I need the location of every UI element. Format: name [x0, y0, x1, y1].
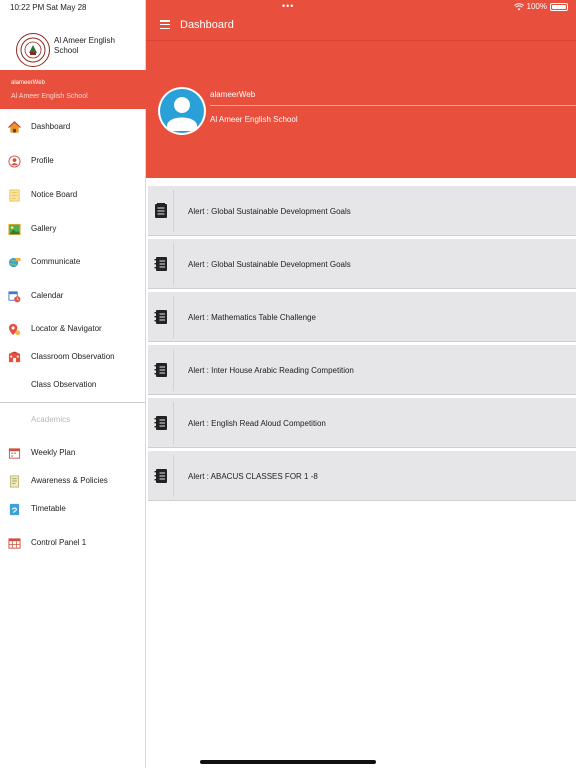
sidebar-user-band[interactable]: alameerWeb Al Ameer English School: [0, 70, 146, 109]
page-title: Dashboard: [180, 19, 234, 31]
school-logo: [16, 33, 50, 67]
sidebar-item-calendar[interactable]: Calendar: [0, 285, 146, 307]
sidebar-item-label: Notice Board: [31, 190, 78, 199]
profile-school: Al Ameer English School: [210, 115, 298, 124]
alert-card[interactable]: Alert : Inter House Arabic Reading Compe…: [148, 345, 576, 395]
profile-divider: [210, 105, 576, 106]
wifi-icon: [513, 2, 524, 10]
notice-board-icon: [9, 189, 20, 202]
sidebar-item-label: Weekly Plan: [31, 448, 76, 457]
notepad-icon: [148, 190, 174, 232]
battery-percent: 100%: [526, 2, 547, 11]
sidebar-item-label: Locator & Navigator: [31, 324, 102, 333]
gallery-icon: [8, 223, 21, 236]
alert-label: Alert : English Read Aloud Competition: [188, 419, 326, 428]
sidebar-divider: [0, 402, 146, 403]
sidebar-username: alameerWeb: [11, 80, 45, 86]
sidebar-item-label: Awareness & Policies: [31, 476, 108, 485]
sidebar-user-school: Al Ameer English School: [11, 93, 88, 100]
school-name: Al Ameer English School: [54, 36, 115, 55]
profile-username: alameerWeb: [210, 90, 256, 99]
alert-label: Alert : ABACUS CLASSES FOR 1 -8: [188, 472, 318, 481]
battery-icon: [550, 2, 568, 11]
sidebar-item-label: Communicate: [31, 257, 81, 266]
sidebar-item-label: Profile: [31, 156, 54, 165]
main-content: Dashboard alameerWeb Al Ameer English Sc…: [146, 0, 576, 768]
sidebar-item-communicate[interactable]: Communicate: [0, 251, 146, 273]
sidebar-item-control-panel[interactable]: Control Panel 1: [0, 532, 146, 554]
user-silhouette-icon: [160, 89, 204, 133]
notebook-icon: [148, 296, 174, 338]
alert-label: Alert : Global Sustainable Development G…: [188, 207, 351, 216]
sidebar: Al Ameer English School alameerWeb Al Am…: [0, 0, 146, 768]
sidebar-item-timetable[interactable]: Timetable: [0, 498, 146, 520]
locator-icon: [8, 323, 21, 336]
sidebar-item-label: Control Panel 1: [31, 538, 87, 547]
hamburger-menu-icon[interactable]: [160, 20, 170, 29]
classroom-icon: [8, 351, 21, 363]
alert-label: Alert : Global Sustainable Development G…: [188, 260, 351, 269]
notebook-icon: [148, 243, 174, 285]
alert-list: Alert : Global Sustainable Development G…: [146, 186, 576, 504]
alert-label: Alert : Inter House Arabic Reading Compe…: [188, 366, 354, 375]
alert-card[interactable]: Alert : Global Sustainable Development G…: [148, 186, 576, 236]
school-crest-icon: [20, 37, 46, 63]
sidebar-item-label: Classroom Observation: [31, 352, 115, 361]
sidebar-item-locator[interactable]: Locator & Navigator: [0, 318, 146, 340]
alert-label: Alert : Mathematics Table Challenge: [188, 313, 316, 322]
sidebar-item-classroom-observation[interactable]: Classroom Observation: [0, 346, 146, 368]
notebook-icon: [148, 402, 174, 444]
avatar[interactable]: [158, 87, 206, 135]
header-divider: [146, 40, 576, 41]
sidebar-item-profile[interactable]: Profile: [0, 150, 146, 172]
multitasking-dots[interactable]: •••: [282, 1, 294, 11]
sidebar-item-awareness-policies[interactable]: Awareness & Policies: [0, 470, 146, 492]
sidebar-item-notice-board[interactable]: Notice Board: [0, 184, 146, 206]
sidebar-item-weekly-plan[interactable]: Weekly Plan: [0, 442, 146, 464]
home-icon: [8, 121, 21, 133]
sidebar-item-label: Timetable: [31, 504, 66, 513]
calendar-icon: [8, 291, 21, 303]
sidebar-item-dashboard[interactable]: Dashboard: [0, 116, 146, 138]
status-right: 100%: [513, 2, 568, 11]
profile-icon: [8, 155, 21, 168]
sidebar-item-class-observation[interactable]: Class Observation: [0, 374, 146, 396]
home-indicator[interactable]: [200, 760, 376, 764]
alert-card[interactable]: Alert : Mathematics Table Challenge: [148, 292, 576, 342]
section-label-academics: Academics: [31, 415, 71, 424]
sidebar-item-label: Class Observation: [31, 380, 97, 389]
dashboard-header: Dashboard alameerWeb Al Ameer English Sc…: [146, 0, 576, 178]
sidebar-item-label: Gallery: [31, 224, 57, 233]
sidebar-item-gallery[interactable]: Gallery: [0, 218, 146, 240]
alert-card[interactable]: Alert : ABACUS CLASSES FOR 1 -8: [148, 451, 576, 501]
communicate-icon: [8, 257, 21, 268]
notebook-icon: [148, 455, 174, 497]
policies-icon: [9, 475, 20, 488]
control-panel-icon: [8, 538, 21, 549]
notebook-icon: [148, 349, 174, 391]
timetable-icon: [9, 503, 20, 516]
weekly-plan-icon: [8, 448, 21, 459]
sidebar-item-label: Calendar: [31, 291, 64, 300]
alert-card[interactable]: Alert : English Read Aloud Competition: [148, 398, 576, 448]
sidebar-item-label: Dashboard: [31, 122, 71, 131]
alert-card[interactable]: Alert : Global Sustainable Development G…: [148, 239, 576, 289]
status-date: Sat May 28: [46, 3, 87, 12]
status-time: 10:22 PM: [10, 3, 45, 12]
status-bar: 10:22 PM Sat May 28 ••• 100%: [0, 0, 576, 16]
